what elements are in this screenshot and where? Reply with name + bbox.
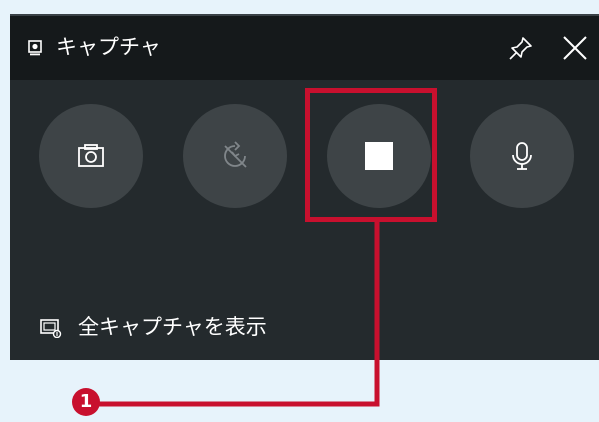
callout-line <box>72 222 380 416</box>
callout-number: 1 <box>79 391 93 412</box>
